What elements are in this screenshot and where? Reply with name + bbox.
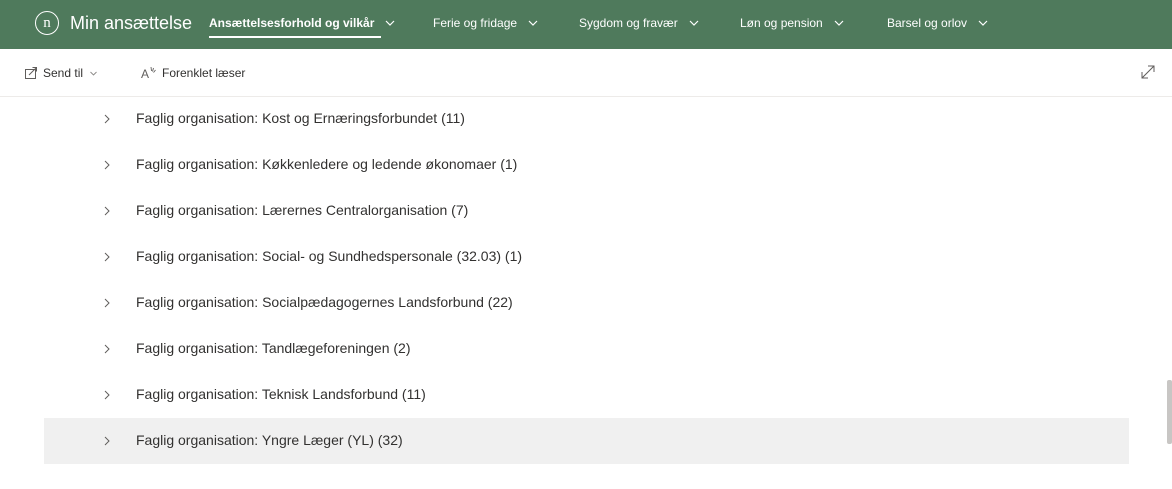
chevron-right-icon [104,344,110,354]
list-item[interactable]: Faglig organisation: Kost og Ernæringsfo… [44,96,1129,142]
list-item[interactable]: Faglig organisation: Yngre Læger (YL) (3… [44,418,1129,464]
send-to-button[interactable]: Send til [24,66,103,80]
chevron-right-icon [104,206,110,216]
list-item-label: Faglig organisation: Social- og Sundheds… [136,248,523,264]
chevron-down-icon [978,20,988,26]
immersive-reader-icon: A [141,66,156,80]
scrollbar-thumb[interactable] [1167,380,1172,444]
immersive-reader-label: Forenklet læser [162,66,246,80]
nav-item-label: Løn og pension [740,16,823,30]
nav-item-ansaettelsesforhold[interactable]: Ansættelsesforhold og vilkår [209,16,396,38]
chevron-down-icon [834,20,844,26]
share-icon [25,67,37,79]
top-navigation: Ansættelsesforhold og vilkår Ferie og fr… [0,0,1172,49]
list-item-label: Faglig organisation: Kost og Ernæringsfo… [136,110,465,126]
list-item[interactable]: Faglig organisation: Tandlægeforeningen … [44,326,1129,372]
chevron-down-icon [528,20,538,26]
immersive-reader-button[interactable]: A Forenklet læser [141,66,245,80]
list-item-label: Faglig organisation: Køkkenledere og led… [136,156,518,172]
list-item[interactable]: Faglig organisation: Køkkenledere og led… [44,142,1129,188]
list-item-label: Faglig organisation: Socialpædagogernes … [136,294,513,310]
list-item-label: Faglig organisation: Yngre Læger (YL) (3… [136,432,403,448]
send-to-label: Send til [43,66,84,80]
svg-text:A: A [141,67,149,80]
active-nav-underline [209,36,381,38]
nav-item-loen[interactable]: Løn og pension [740,16,845,30]
nav-item-label: Barsel og orlov [887,16,968,30]
list-item-label: Faglig organisation: Lærernes Centralorg… [136,202,469,218]
chevron-down-icon [90,71,97,76]
chevron-right-icon [104,436,110,446]
nav-item-label: Ansættelsesforhold og vilkår [209,16,375,30]
list-item[interactable]: Faglig organisation: Lærernes Centralorg… [44,188,1129,234]
expand-icon[interactable] [1140,64,1156,80]
chevron-right-icon [104,390,110,400]
nav-item-sygdom[interactable]: Sygdom og fravær [579,16,700,30]
list-item-label: Faglig organisation: Teknisk Landsforbun… [136,386,426,402]
chevron-down-icon [385,20,395,26]
list-item[interactable]: Faglig organisation: Socialpædagogernes … [44,280,1129,326]
nav-item-ferie[interactable]: Ferie og fridage [433,16,539,30]
nav-item-label: Ferie og fridage [433,16,518,30]
chevron-right-icon [104,252,110,262]
chevron-right-icon [104,298,110,308]
list-item[interactable]: Faglig organisation: Teknisk Landsforbun… [44,372,1129,418]
list-item-label: Faglig organisation: Tandlægeforeningen … [136,340,411,356]
chevron-right-icon [104,114,110,124]
list-item[interactable]: Faglig organisation: Social- og Sundheds… [44,234,1129,280]
site-header: n Min ansættelse Ansættelsesforhold og v… [0,0,1172,49]
command-bar: Send til A Forenklet læser [0,49,1172,97]
chevron-right-icon [104,160,110,170]
nav-item-label: Sygdom og fravær [579,16,678,30]
chevron-down-icon [689,20,699,26]
nav-item-barsel[interactable]: Barsel og orlov [887,16,989,30]
